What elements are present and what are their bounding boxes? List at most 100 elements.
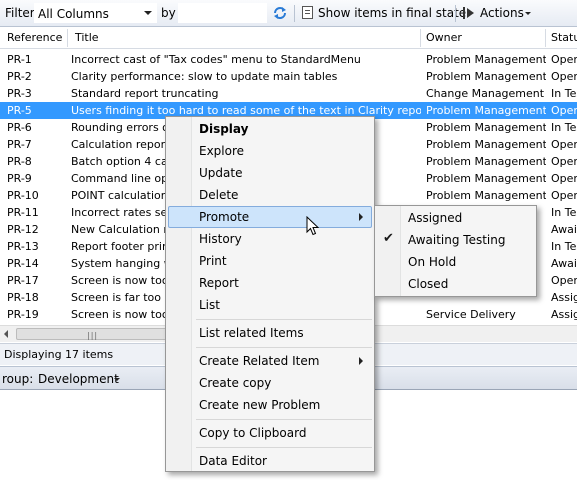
column-divider (67, 29, 68, 47)
cell-status: Assigned (551, 291, 577, 304)
cell-status: Open (551, 53, 577, 66)
menu-item-label: Update (199, 166, 243, 180)
table-row[interactable]: PR-3 Standard report truncating Change M… (0, 85, 577, 102)
cell-status: Awaiting (551, 223, 577, 236)
cell-status: In Test (551, 121, 577, 134)
cell-reference: PR-12 (7, 223, 39, 236)
cell-status: In Test (551, 87, 577, 100)
menu-item-label: Explore (199, 144, 245, 158)
cell-reference: PR-9 (7, 172, 32, 185)
menu-item-label: Report (199, 276, 239, 290)
submenu-item-label: On Hold (408, 255, 457, 269)
group-select[interactable]: Development (36, 369, 126, 388)
cell-reference: PR-10 (7, 189, 39, 202)
actions-button[interactable]: Actions (461, 3, 536, 23)
menu-item-create-related-item[interactable]: Create Related Item (168, 350, 372, 372)
filter-column-value: All Columns (38, 7, 109, 21)
toolbar: Filter All Columns by Show items in fina… (0, 0, 577, 27)
submenu-item-closed[interactable]: Closed (377, 273, 534, 295)
cell-reference: PR-18 (7, 291, 39, 304)
cell-reference: PR-14 (7, 257, 39, 270)
menu-separator (196, 419, 372, 420)
menu-item-list[interactable]: List (168, 294, 372, 316)
cell-owner: Problem Management (426, 189, 546, 202)
cell-status: Open (551, 70, 577, 83)
menu-item-data-editor[interactable]: Data Editor (168, 450, 372, 472)
document-icon (302, 6, 313, 19)
cell-status: Assigned (551, 308, 577, 321)
actions-label: Actions (480, 6, 524, 20)
cell-reference: PR-6 (7, 121, 32, 134)
scrollbar-thumb[interactable]: ||| (16, 328, 171, 340)
grid-header: Reference Title Owner Status (0, 27, 577, 49)
menu-item-label: History (199, 232, 242, 246)
cell-owner: Problem Management (426, 138, 546, 151)
menu-item-label: List related Items (199, 326, 304, 340)
table-row[interactable]: PR-2 Clarity performance: slow to update… (0, 68, 577, 85)
menu-item-label: Create new Problem (199, 398, 321, 412)
refresh-icon[interactable] (272, 5, 288, 21)
cell-owner: Problem Management (426, 104, 546, 117)
cell-reference: PR-8 (7, 155, 32, 168)
menu-item-label: Data Editor (199, 454, 267, 468)
submenu-item-awaiting-testing[interactable]: ✔ Awaiting Testing (377, 229, 534, 251)
scroll-left-arrow-icon[interactable] (4, 330, 8, 338)
cell-status: Open (551, 104, 577, 117)
submenu-item-label: Awaiting Testing (408, 233, 506, 247)
status-text: Displaying 17 items (4, 348, 114, 361)
menu-item-label: Create Related Item (199, 354, 320, 368)
menu-item-print[interactable]: Print (168, 250, 372, 272)
toolbar-separator (294, 5, 295, 22)
submenu-item-label: Closed (408, 277, 449, 291)
menu-item-create-new-problem[interactable]: Create new Problem (168, 394, 372, 416)
actions-icon (463, 7, 477, 19)
submenu-item-label: Assigned (408, 211, 463, 225)
menu-item-explore[interactable]: Explore (168, 140, 372, 162)
chevron-down-icon (114, 378, 120, 381)
menu-item-report[interactable]: Report (168, 272, 372, 294)
menu-separator (196, 347, 372, 348)
chevron-down-icon (144, 11, 152, 15)
cell-owner: Problem Management (426, 53, 546, 66)
cell-status: Open (551, 189, 577, 202)
menu-item-label: Copy to Clipboard (199, 426, 307, 440)
menu-item-delete[interactable]: Delete (168, 184, 372, 206)
menu-item-display[interactable]: Display (168, 118, 372, 140)
group-value: Development (38, 372, 119, 386)
table-row[interactable]: PR-1 Incorrect cast of "Tax codes" menu … (0, 51, 577, 68)
submenu-arrow-icon (359, 357, 363, 365)
column-header-status[interactable]: Status (551, 31, 577, 44)
menu-item-label: Display (199, 122, 249, 136)
menu-item-list-related-items[interactable]: List related Items (168, 322, 372, 344)
cell-status: Open (551, 155, 577, 168)
menu-item-copy-to-clipboard[interactable]: Copy to Clipboard (168, 422, 372, 444)
cell-reference: PR-1 (7, 53, 32, 66)
column-header-title[interactable]: Title (75, 31, 99, 44)
menu-item-history[interactable]: History (168, 228, 372, 250)
menu-item-update[interactable]: Update (168, 162, 372, 184)
submenu-item-on-hold[interactable]: On Hold (377, 251, 534, 273)
menu-item-label: Create copy (199, 376, 272, 390)
grip-icon: ||| (87, 331, 99, 340)
menu-item-promote[interactable]: Promote (168, 206, 372, 228)
column-header-owner[interactable]: Owner (426, 31, 462, 44)
cell-title: Incorrect cast of "Tax codes" menu to St… (71, 53, 361, 66)
cell-title: Clarity performance: slow to update main… (71, 70, 338, 83)
filter-column-select[interactable]: All Columns (34, 3, 157, 23)
cell-owner: Problem Management (426, 155, 546, 168)
cell-reference: PR-7 (7, 138, 32, 151)
column-header-reference[interactable]: Reference (7, 31, 62, 44)
cell-title: Standard report truncating (71, 87, 219, 100)
cell-reference: PR-11 (7, 206, 39, 219)
menu-item-create-copy[interactable]: Create copy (168, 372, 372, 394)
menu-item-label: Promote (199, 210, 250, 224)
cell-status: In Test (551, 240, 577, 253)
cell-owner: Service Delivery (426, 308, 516, 321)
submenu-item-assigned[interactable]: Assigned (377, 207, 534, 229)
show-final-state-button[interactable]: Show items in final state (300, 3, 466, 23)
cell-status: Open (551, 138, 577, 151)
filter-value-input[interactable] (178, 3, 267, 23)
cell-status: Open (551, 274, 577, 287)
cell-reference: PR-13 (7, 240, 39, 253)
cell-status: Open (551, 172, 577, 185)
